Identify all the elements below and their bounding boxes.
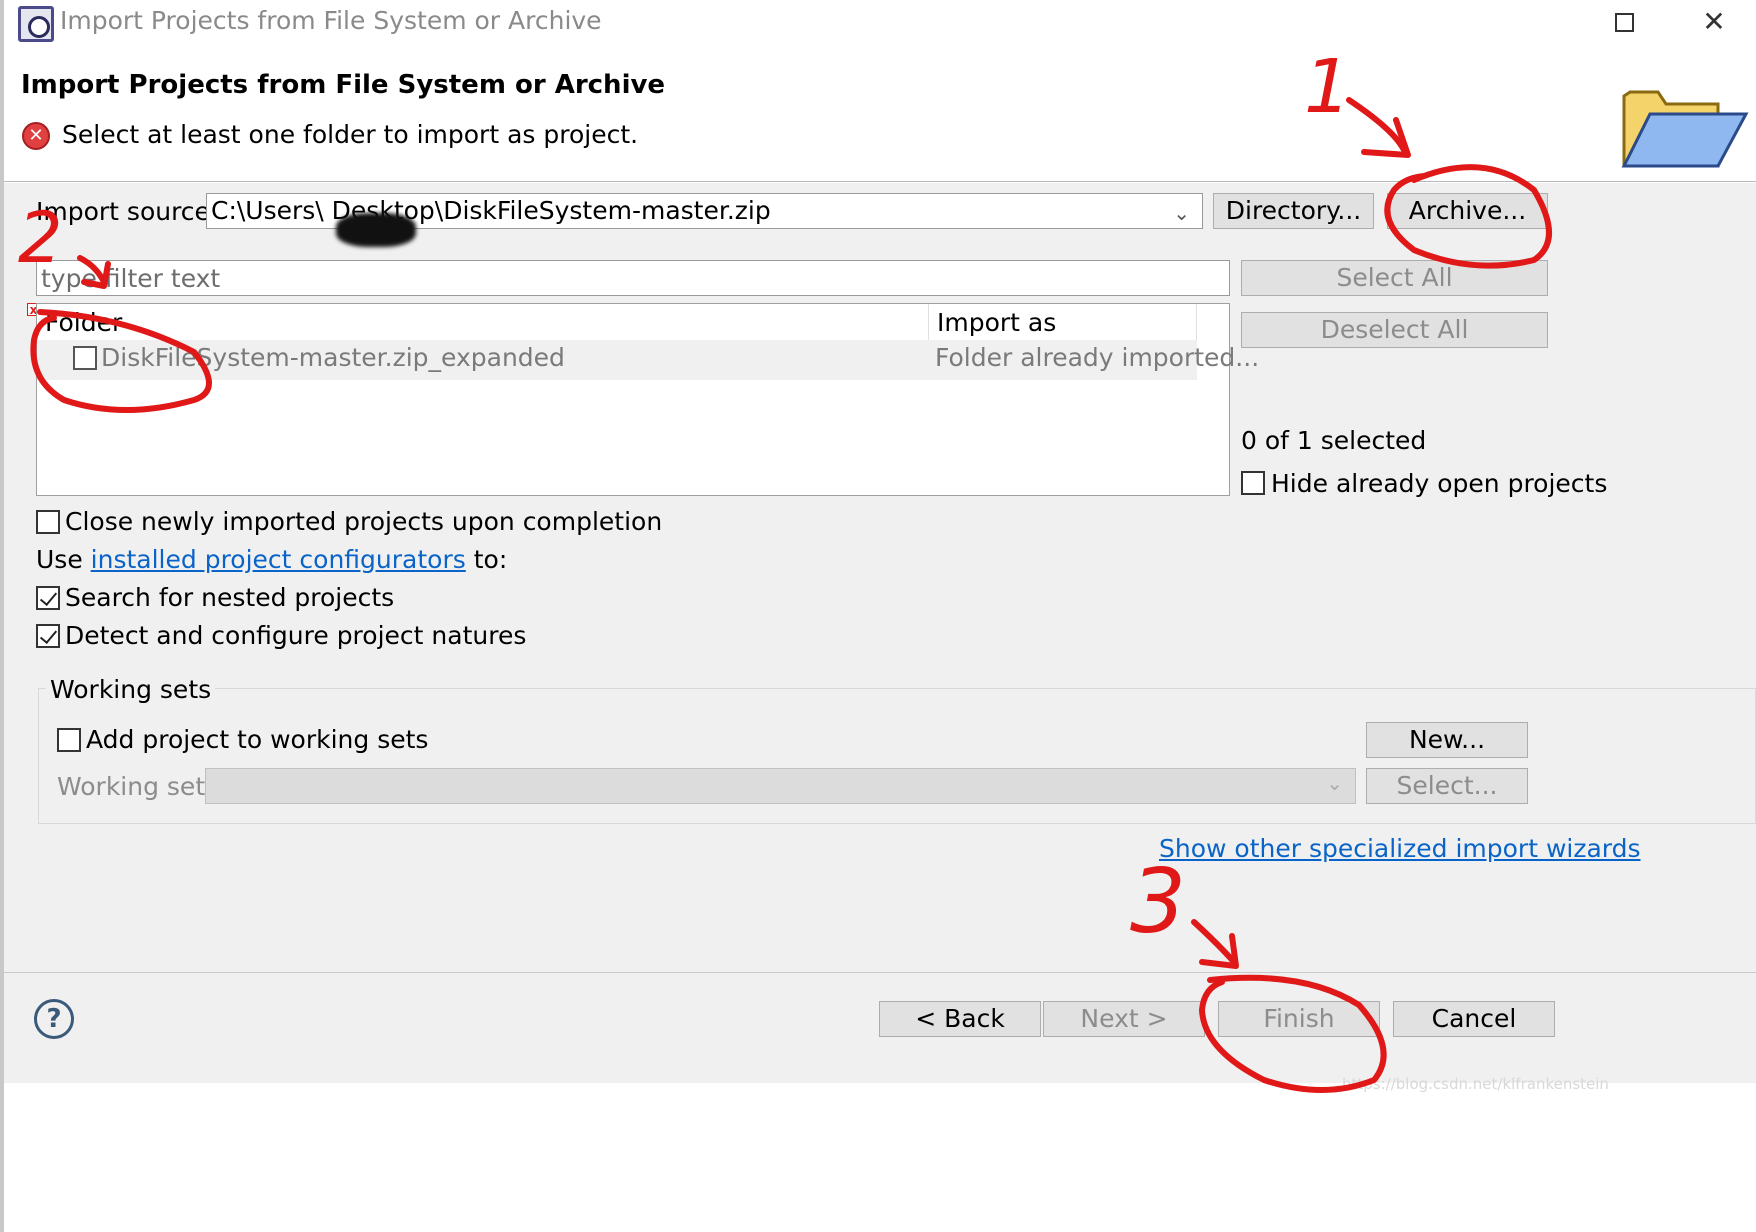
search-nested-label: Search for nested projects (65, 583, 395, 612)
eclipse-app-icon (18, 6, 54, 42)
add-working-sets-checkbox[interactable] (57, 728, 81, 752)
projects-table: Folder Import as DiskFileSystem-master.z… (36, 303, 1259, 496)
specialized-wizards-link[interactable]: Show other specialized import wizards (1159, 834, 1641, 863)
deselect-all-button[interactable]: Deselect All (1241, 312, 1548, 348)
chevron-down-icon: ⌄ (1173, 201, 1190, 225)
close-icon: ✕ (1702, 5, 1726, 38)
use-prefix: Use (36, 545, 83, 574)
maximize-button[interactable] (1579, 0, 1669, 48)
finish-button[interactable]: Finish (1218, 1001, 1380, 1037)
window-title: Import Projects from File System or Arch… (60, 6, 602, 35)
hide-open-label: Hide already open projects (1271, 469, 1608, 498)
redacted-username (336, 213, 416, 247)
select-all-button[interactable]: Select All (1241, 260, 1548, 296)
import-source-label: Import source: (36, 197, 219, 226)
row-folder-name: DiskFileSystem-master.zip_expanded (101, 343, 565, 372)
directory-button[interactable]: Directory... (1213, 193, 1374, 229)
folder-icon (1621, 90, 1749, 168)
selected-count: 0 of 1 selected (1241, 426, 1427, 455)
select-working-sets-button[interactable]: Select... (1366, 768, 1528, 804)
close-newly-checkbox[interactable] (36, 510, 60, 534)
detect-natures-label: Detect and configure project natures (65, 621, 527, 650)
search-nested-checkbox[interactable] (36, 586, 60, 610)
next-button[interactable]: Next > (1043, 1001, 1205, 1037)
row-checkbox[interactable] (73, 346, 97, 370)
page-title: Import Projects from File System or Arch… (21, 70, 666, 100)
error-message: Select at least one folder to import as … (62, 120, 639, 149)
add-working-sets-label: Add project to working sets (86, 725, 429, 754)
footer-separator (4, 972, 1756, 973)
new-working-set-button[interactable]: New... (1366, 722, 1528, 758)
error-icon: ✕ (22, 122, 50, 150)
help-icon[interactable]: ? (34, 999, 74, 1039)
import-source-value: C:\Users\ Desktop\DiskFileSystem-master.… (211, 196, 771, 225)
row-import-as: Folder already imported... (935, 343, 1260, 372)
hide-open-checkbox[interactable] (1241, 471, 1265, 495)
wizard-body: Import source: C:\Users\ Desktop\DiskFil… (4, 183, 1756, 1083)
column-folder[interactable]: Folder (37, 304, 929, 344)
table-row[interactable]: DiskFileSystem-master.zip_expanded Folde… (37, 340, 1259, 380)
configurators-line: Use installed project configurators to: (36, 545, 507, 574)
column-import-as[interactable]: Import as (929, 304, 1197, 344)
working-sets-title: Working sets (46, 675, 216, 704)
back-button[interactable]: < Back (879, 1001, 1041, 1037)
cancel-button[interactable]: Cancel (1393, 1001, 1555, 1037)
close-newly-label: Close newly imported projects upon compl… (65, 507, 663, 536)
use-suffix: to: (473, 545, 508, 574)
minimize-button[interactable]: — (1482, 0, 1572, 48)
maximize-icon (1614, 13, 1634, 32)
close-button[interactable]: ✕ (1669, 0, 1756, 48)
configurators-link[interactable]: installed project configurators (91, 545, 466, 574)
working-sets-label: Working sets: (57, 772, 227, 801)
filter-input[interactable]: type filter text (36, 260, 1230, 296)
chevron-down-icon: ⌄ (1326, 771, 1343, 795)
title-bar: Import Projects from File System or Arch… (4, 0, 1756, 48)
working-sets-combo[interactable]: ⌄ (205, 768, 1356, 804)
watermark: https://blog.csdn.net/klfrankenstein (1342, 1075, 1609, 1093)
wizard-header: Import Projects from File System or Arch… (4, 48, 1756, 182)
import-wizard-window: Import Projects from File System or Arch… (0, 0, 1756, 1232)
detect-natures-checkbox[interactable] (36, 624, 60, 648)
archive-button[interactable]: Archive... (1387, 193, 1548, 229)
